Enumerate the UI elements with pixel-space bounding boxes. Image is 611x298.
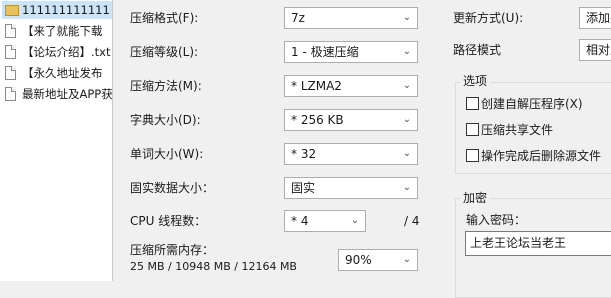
method-select[interactable]: * LZMA2 ⌄ [284,75,418,97]
chevron-down-icon: ⌄ [402,182,412,193]
method-label: 压缩方法(M): [130,79,202,93]
file-icon [5,45,16,59]
memory-label: 压缩所需内存： [130,243,215,257]
file-icon [5,24,16,38]
file-list-item[interactable]: 最新地址及APP获 [2,85,113,103]
level-value: 1 - 极速压缩 [291,45,359,59]
method-value: * LZMA2 [291,79,342,93]
file-name: 最新地址及APP获 [22,87,113,101]
file-list-item[interactable]: 【永久地址发布 [2,64,112,82]
solid-size-label: 固实数据大小： [130,181,215,195]
chevron-down-icon: ⌄ [350,215,360,226]
format-value: 7z [291,11,305,25]
chevron-down-icon: ⌄ [402,148,412,159]
path-mode-label: 路径模式 [453,43,502,57]
update-mode-label: 更新方式(U): [453,11,524,25]
dictionary-select[interactable]: * 256 KB ⌄ [284,109,418,131]
memory-percent-select[interactable]: 90% ⌄ [338,249,418,271]
delete-source-checkbox[interactable] [466,149,479,162]
word-size-select[interactable]: * 32 ⌄ [284,143,418,165]
cpu-threads-value: * 4 [291,214,309,228]
password-label: 输入密码： [466,213,527,227]
folder-icon [5,5,19,16]
solid-size-select[interactable]: 固实 ⌄ [284,177,418,199]
chevron-down-icon: ⌄ [402,114,412,125]
sfx-label: 创建自解压程序(X) [481,97,583,111]
file-name: 【来了就能下载 [22,24,103,38]
level-select[interactable]: 1 - 极速压缩 ⌄ [284,41,418,63]
file-list: 111111111111 【来了就能下载 【论坛介绍】.txt 【永久地址发布 … [0,0,113,281]
chevron-down-icon: ⌄ [402,46,412,57]
word-size-value: * 32 [291,147,317,161]
word-size-label: 单词大小(W): [130,147,204,161]
path-mode-value: 相对路 [586,43,611,57]
file-list-item[interactable]: 【论坛介绍】.txt [2,43,112,61]
memory-value: 25 MB / 10948 MB / 12164 MB [130,260,297,273]
encryption-group-title: 加密 [460,190,491,206]
memory-percent-value: 90% [345,253,372,267]
file-name: 【永久地址发布 [22,66,103,80]
file-name: 【论坛介绍】.txt [22,45,111,59]
solid-size-value: 固实 [291,181,316,195]
dictionary-label: 字典大小(D): [130,113,201,127]
shared-files-label: 压缩共享文件 [481,123,554,137]
file-name: 111111111111 [22,3,110,17]
options-group-title: 选项 [460,73,491,89]
update-mode-value: 添加并 [586,11,611,25]
file-list-item[interactable]: 111111111111 [2,1,112,19]
sfx-checkbox[interactable] [466,97,479,110]
delete-source-label: 操作完成后删除源文件 [481,149,602,163]
path-mode-select[interactable]: 相对路 [579,39,611,61]
password-value: 上老王论坛当老王 [470,236,567,250]
shared-files-checkbox[interactable] [466,123,479,136]
file-icon [5,66,16,80]
format-label: 压缩格式(F): [130,11,199,25]
chevron-down-icon: ⌄ [402,12,412,23]
file-icon [5,87,16,101]
update-mode-select[interactable]: 添加并 [579,7,611,29]
cpu-threads-label: CPU 线程数： [130,214,207,228]
password-input[interactable]: 上老王论坛当老王 [465,231,611,256]
cpu-threads-select[interactable]: * 4 ⌄ [284,210,366,232]
level-label: 压缩等级(L): [130,45,199,59]
file-list-item[interactable]: 【来了就能下载 [2,22,112,40]
chevron-down-icon: ⌄ [402,80,412,91]
chevron-down-icon: ⌄ [402,254,412,265]
dictionary-value: * 256 KB [291,113,344,127]
cpu-threads-total: / 4 [404,214,420,228]
format-select[interactable]: 7z ⌄ [284,7,418,29]
